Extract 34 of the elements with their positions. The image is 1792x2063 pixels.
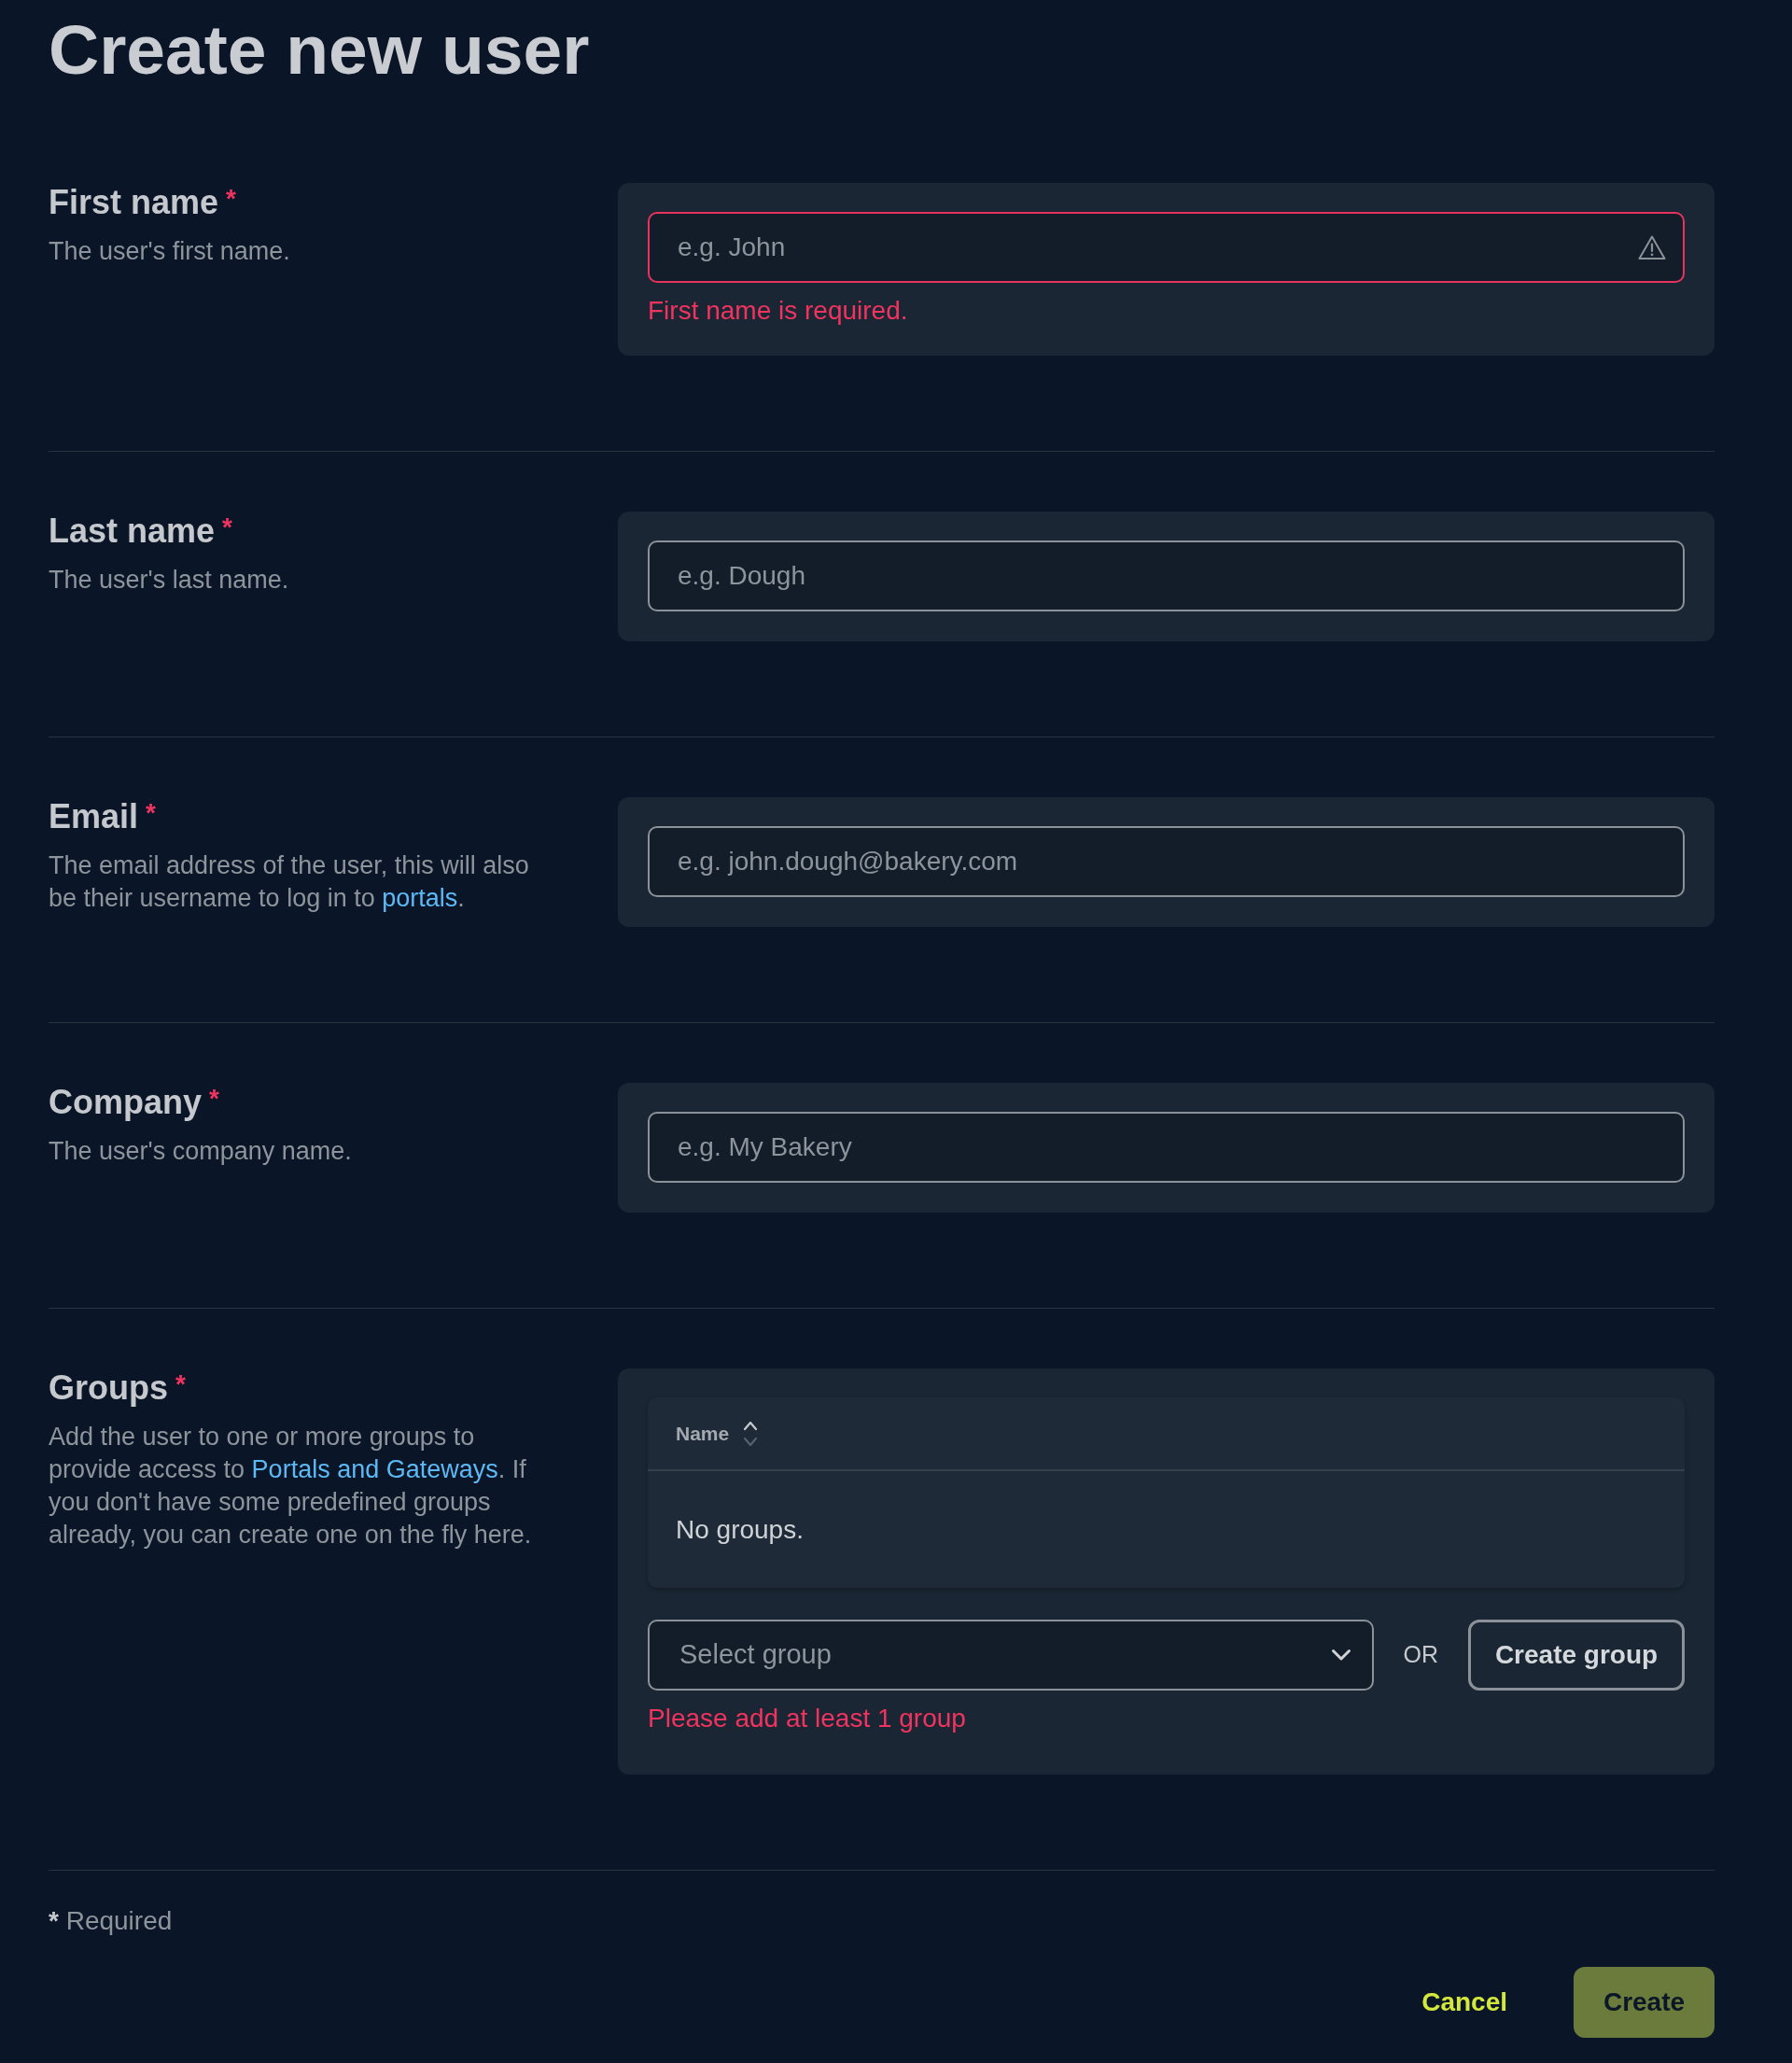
field-description: Add the user to one or more groups to provide access to Portals and Gateways. If you don't have some predefined groups already, you can create one on the fly here. — [49, 1422, 533, 1551]
or-separator: OR — [1403, 1640, 1438, 1670]
inline-link[interactable]: portals — [382, 884, 458, 912]
required-asterisk: * — [175, 1368, 186, 1400]
field-description: The user's last name. — [49, 565, 290, 596]
chevron-down-icon — [1330, 1649, 1351, 1662]
create-button[interactable]: Create — [1574, 1967, 1715, 2038]
field-label: First name — [49, 183, 219, 222]
error-message: First name is required. — [648, 296, 908, 326]
text-input[interactable]: e.g. Dough — [648, 540, 1685, 611]
field-label: Last name — [49, 512, 216, 551]
field-label: Email — [49, 797, 139, 836]
group-select[interactable]: Select group — [648, 1620, 1374, 1691]
cancel-button[interactable]: Cancel — [1393, 1967, 1535, 2038]
text-input[interactable]: e.g. john.dough@bakery.com — [648, 826, 1685, 897]
text-input[interactable]: e.g. John — [648, 212, 1685, 283]
error-message: Please add at least 1 group — [648, 1704, 966, 1733]
field-description: The email address of the user, this will also be their username to log in to portals. — [49, 850, 530, 914]
required-asterisk: * — [226, 183, 236, 215]
required-note: * Required — [49, 1906, 173, 1936]
empty-message: No groups. — [676, 1513, 804, 1546]
inline-link[interactable]: Portals and Gateways — [251, 1455, 498, 1483]
warning-icon — [1638, 234, 1666, 260]
field-description: The user's company name. — [49, 1136, 353, 1167]
create-group-button[interactable]: Create group — [1468, 1620, 1685, 1691]
required-asterisk: * — [222, 512, 232, 543]
required-asterisk: * — [209, 1083, 219, 1115]
column-header[interactable]: Name — [676, 1418, 760, 1449]
field-description: The user's first name. — [49, 236, 291, 267]
field-label: Groups — [49, 1368, 168, 1408]
required-asterisk: * — [146, 797, 156, 829]
field-label: Company — [49, 1083, 203, 1122]
page-title: Create new user — [49, 9, 590, 91]
text-input[interactable]: e.g. My Bakery — [648, 1112, 1685, 1183]
